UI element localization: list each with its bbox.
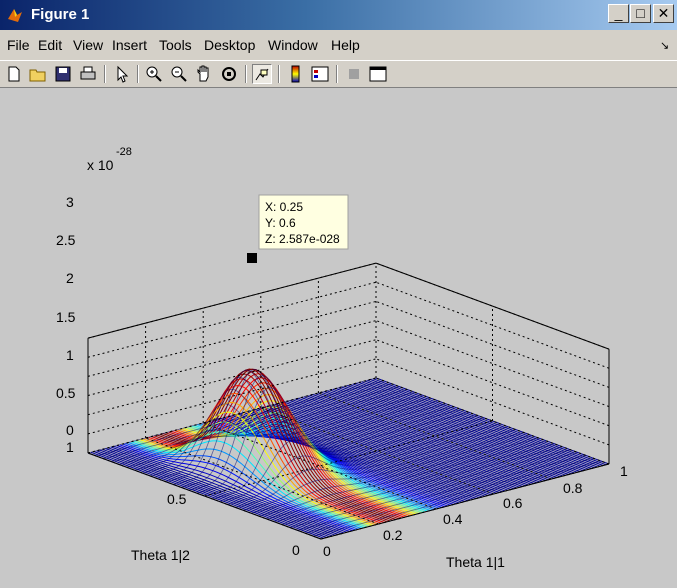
- pointer-icon[interactable]: [112, 64, 132, 84]
- x-tick: 0: [323, 543, 331, 559]
- figure-window: Figure 1 _ □ ✕ File Edit View Insert Too…: [0, 0, 677, 583]
- surface-plot[interactable]: X: 0.25 Y: 0.6 Z: 2.587e-028 x 10 -28 3 …: [0, 88, 677, 583]
- window-title: Figure 1: [31, 6, 90, 23]
- open-folder-icon[interactable]: [28, 64, 48, 84]
- print-icon[interactable]: [78, 64, 98, 84]
- box-edge: [87, 262, 377, 339]
- toolbar-separator: [245, 65, 247, 83]
- figure-canvas[interactable]: X: 0.25 Y: 0.6 Z: 2.587e-028 x 10 -28 3 …: [0, 88, 677, 583]
- datatip-y: Y: 0.6: [265, 216, 296, 230]
- legend-icon[interactable]: [310, 64, 330, 84]
- show-plot-tools-icon[interactable]: [368, 64, 388, 84]
- z-exponent-power: -28: [116, 146, 132, 158]
- hide-plot-tools-icon[interactable]: [344, 64, 364, 84]
- grid-line: [87, 300, 377, 377]
- grid-line: [87, 320, 377, 397]
- menu-desktop[interactable]: Desktop: [204, 37, 255, 53]
- menu-view[interactable]: View: [73, 37, 103, 53]
- menu-window[interactable]: Window: [268, 37, 318, 53]
- z-tick: 1.5: [56, 309, 76, 325]
- matlab-logo-icon: [8, 9, 22, 22]
- grid-line: [87, 281, 377, 358]
- z-tick: 3: [66, 194, 74, 210]
- datatip-z: Z: 2.587e-028: [265, 232, 340, 246]
- close-button[interactable]: ✕: [653, 4, 674, 23]
- datatip[interactable]: X: 0.25 Y: 0.6 Z: 2.587e-028: [247, 194, 349, 263]
- z-tick: 1: [66, 347, 74, 363]
- x-tick: 0.6: [503, 495, 523, 511]
- pan-hand-icon[interactable]: [194, 64, 214, 84]
- toolbar-separator: [104, 65, 106, 83]
- menu-bar: File Edit View Insert Tools Desktop Wind…: [0, 30, 677, 60]
- datatip-x: X: 0.25: [265, 200, 303, 214]
- title-bar[interactable]: Figure 1 _ □ ✕: [0, 0, 677, 30]
- minimize-button[interactable]: _: [608, 4, 629, 23]
- zoom-out-icon[interactable]: [169, 64, 189, 84]
- menu-insert[interactable]: Insert: [112, 37, 147, 53]
- menu-edit[interactable]: Edit: [38, 37, 62, 53]
- y-tick: 1: [66, 439, 74, 455]
- x-tick: 0.4: [443, 511, 463, 527]
- dock-arrow-icon[interactable]: ↘: [660, 39, 669, 52]
- surface-line: [250, 437, 540, 514]
- toolbar-separator: [336, 65, 338, 83]
- maximize-button[interactable]: □: [630, 4, 651, 23]
- z-tick: 0.5: [56, 385, 76, 401]
- x-tick: 0.2: [383, 527, 403, 543]
- menu-file[interactable]: File: [7, 37, 30, 53]
- z-exponent: x 10 -28: [87, 146, 132, 173]
- z-exponent-base: x 10: [87, 157, 114, 173]
- z-tick: 2: [66, 270, 74, 286]
- toolbar-separator: [278, 65, 280, 83]
- z-tick-labels: 3 2.5 2 1.5 1 0.5 0: [56, 194, 76, 438]
- colorbar-icon[interactable]: [286, 64, 306, 84]
- menu-tools[interactable]: Tools: [159, 37, 192, 53]
- save-icon[interactable]: [53, 64, 73, 84]
- data-cursor-icon[interactable]: [252, 64, 272, 84]
- z-tick: 0: [66, 422, 74, 438]
- x-tick: 1: [620, 463, 628, 479]
- box-edge: [375, 262, 610, 350]
- new-file-icon[interactable]: [4, 64, 24, 84]
- menu-help[interactable]: Help: [331, 37, 360, 53]
- x-tick: 0.8: [563, 480, 583, 496]
- x-axis-label: Theta 1|1: [446, 554, 505, 570]
- datatip-marker: [247, 253, 257, 263]
- rotate-3d-icon[interactable]: [219, 64, 239, 84]
- figure-toolbar: [0, 60, 677, 88]
- y-axis-label: Theta 1|2: [131, 547, 190, 563]
- z-tick: 2.5: [56, 232, 76, 248]
- toolbar-separator: [137, 65, 139, 83]
- y-tick: 0: [292, 542, 300, 558]
- y-tick: 0.5: [167, 491, 187, 507]
- zoom-in-icon[interactable]: [144, 64, 164, 84]
